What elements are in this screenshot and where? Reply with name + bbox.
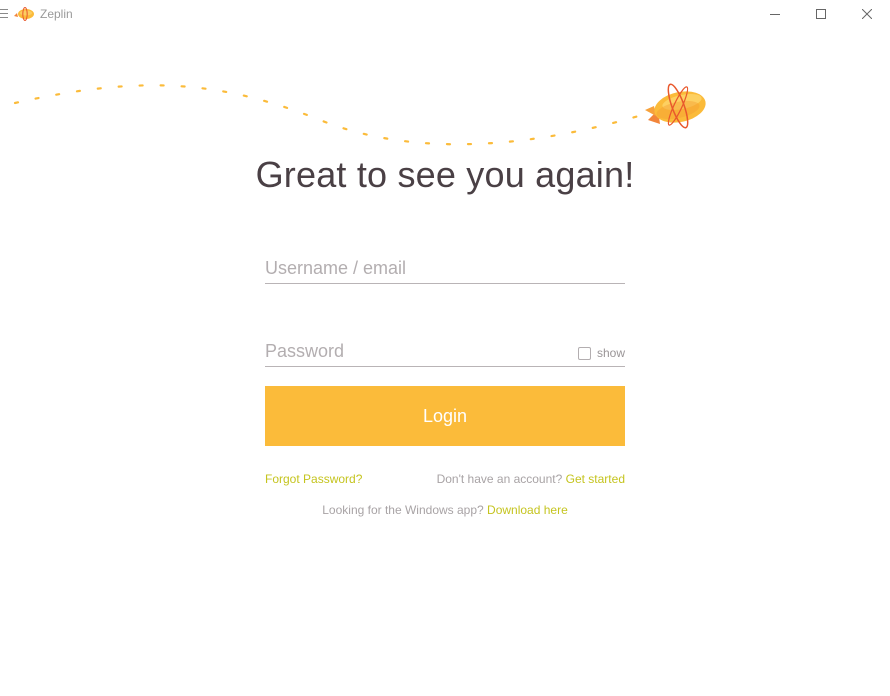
minimize-icon xyxy=(770,14,780,15)
get-started-link[interactable]: Get started xyxy=(566,472,625,486)
show-password-label: show xyxy=(596,346,625,360)
username-field-container xyxy=(265,253,625,284)
no-account-text: Don't have an account? xyxy=(436,472,563,486)
welcome-heading: Great to see you again! xyxy=(255,154,635,195)
windows-app-text: Looking for the Windows app? xyxy=(322,503,484,517)
maximize-icon xyxy=(816,9,826,19)
login-button[interactable]: Login xyxy=(265,386,625,446)
signup-prompt: Don't have an account? Get started xyxy=(437,472,625,486)
minimize-button[interactable] xyxy=(752,0,798,28)
close-button[interactable] xyxy=(844,0,890,28)
password-input[interactable] xyxy=(265,336,565,366)
close-icon xyxy=(862,9,872,19)
window-title: Zeplin xyxy=(40,7,73,21)
show-password-toggle[interactable]: show xyxy=(577,346,625,360)
hamburger-menu-icon[interactable] xyxy=(0,9,8,19)
zeppelin-illustration xyxy=(645,83,706,129)
maximize-button[interactable] xyxy=(798,0,844,28)
windows-app-prompt: Looking for the Windows app? Download he… xyxy=(0,503,890,517)
password-field-container: show xyxy=(265,336,625,367)
title-bar: Zeplin xyxy=(0,0,890,28)
zeppelin-logo-icon xyxy=(14,7,34,21)
show-password-checkbox[interactable] xyxy=(577,346,591,360)
download-here-link[interactable]: Download here xyxy=(487,503,568,517)
forgot-password-link[interactable]: Forgot Password? xyxy=(265,472,362,486)
app-window: Zeplin Great to see you again! Username … xyxy=(0,0,890,696)
username-input[interactable] xyxy=(265,253,565,283)
